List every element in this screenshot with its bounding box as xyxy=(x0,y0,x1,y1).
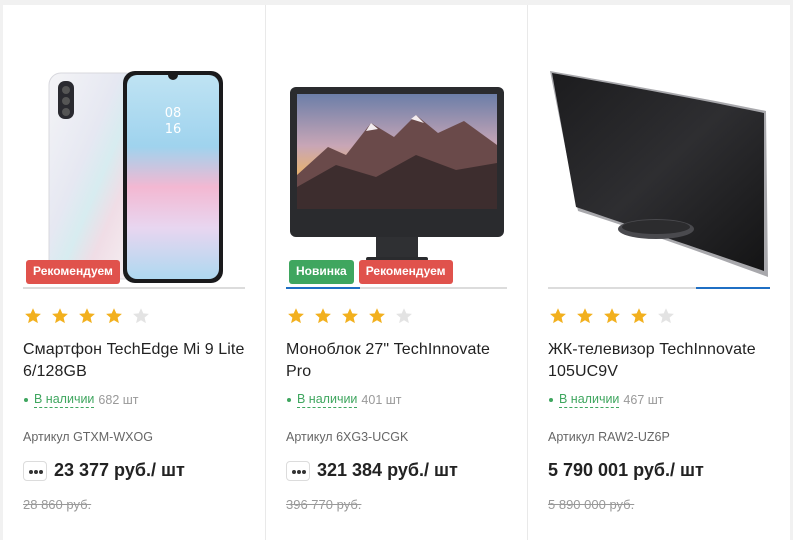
price-row: 321 384 руб./ шт xyxy=(286,460,458,481)
star-filled-icon xyxy=(369,308,385,324)
star-filled-icon xyxy=(25,308,41,324)
stock-dot-icon xyxy=(549,398,553,402)
stock-status: В наличии 401 шт xyxy=(287,392,402,408)
rating-stars xyxy=(24,307,150,325)
product-sku: Артикул GTXM-WXOG xyxy=(23,430,153,444)
stock-dot-icon xyxy=(287,398,291,402)
product-price: 5 790 001 руб./ шт xyxy=(548,460,704,480)
price-row: 23 377 руб./ шт xyxy=(23,460,185,481)
star-empty-icon xyxy=(396,308,412,324)
stock-status: В наличии 682 шт xyxy=(24,392,139,408)
stock-label[interactable]: В наличии xyxy=(297,392,358,408)
star-filled-icon xyxy=(631,308,647,324)
image-slider-track[interactable] xyxy=(286,287,507,289)
star-filled-icon xyxy=(52,308,68,324)
svg-text:16: 16 xyxy=(165,122,182,137)
product-image[interactable] xyxy=(528,5,790,285)
stock-quantity: 467 шт xyxy=(623,393,664,407)
badge-recommend: Рекомендуем xyxy=(358,260,453,284)
star-empty-icon xyxy=(658,308,674,324)
price-row: 5 790 001 руб./ шт xyxy=(548,460,704,481)
product-sku: Артикул RAW2-UZ6P xyxy=(548,430,670,444)
product-title[interactable]: Смартфон TechEdge Mi 9 Lite 6/128GB xyxy=(23,339,248,383)
image-slider-track[interactable] xyxy=(548,287,770,289)
old-price: 396 770 руб. xyxy=(286,497,362,512)
badge-list: Новинка Рекомендуем xyxy=(289,260,453,284)
badge-new: Новинка xyxy=(289,260,354,284)
star-filled-icon xyxy=(79,308,95,324)
star-filled-icon xyxy=(550,308,566,324)
star-empty-icon xyxy=(133,308,149,324)
more-options-button[interactable] xyxy=(23,460,47,481)
star-filled-icon xyxy=(577,308,593,324)
svg-text:08: 08 xyxy=(165,106,182,121)
product-price: 23 377 руб./ шт xyxy=(54,460,185,480)
product-image[interactable]: 08 16 xyxy=(3,5,265,285)
rating-stars xyxy=(287,307,413,325)
product-card[interactable]: Новинка Рекомендуем Моноблок 27" TechInn… xyxy=(266,5,527,540)
stock-quantity: 401 шт xyxy=(361,393,402,407)
star-filled-icon xyxy=(342,308,358,324)
product-title[interactable]: ЖК-телевизор TechInnovate 105UC9V xyxy=(548,339,773,383)
product-card[interactable]: ЖК-телевизор TechInnovate 105UC9V В нали… xyxy=(528,5,790,540)
rating-stars xyxy=(549,307,675,325)
stock-dot-icon xyxy=(24,398,28,402)
stock-status: В наличии 467 шт xyxy=(549,392,664,408)
old-price: 28 860 руб. xyxy=(23,497,92,512)
product-sku: Артикул 6XG3-UCGK xyxy=(286,430,409,444)
badge-list: Рекомендуем xyxy=(26,260,120,284)
product-title[interactable]: Моноблок 27" TechInnovate Pro xyxy=(286,339,511,383)
product-grid: 08 16 Рекомендуем Смартфон TechEdge Mi 9… xyxy=(3,5,790,540)
product-price: 321 384 руб./ шт xyxy=(317,460,458,480)
old-price: 5 890 000 руб. xyxy=(548,497,635,512)
stock-label[interactable]: В наличии xyxy=(559,392,620,408)
badge-recommend: Рекомендуем xyxy=(26,260,120,284)
star-filled-icon xyxy=(106,308,122,324)
more-options-button[interactable] xyxy=(286,460,310,481)
star-filled-icon xyxy=(288,308,304,324)
product-card[interactable]: 08 16 Рекомендуем Смартфон TechEdge Mi 9… xyxy=(3,5,265,540)
stock-quantity: 682 шт xyxy=(98,393,139,407)
stock-label[interactable]: В наличии xyxy=(34,392,95,408)
image-slider-track[interactable] xyxy=(23,287,245,289)
star-filled-icon xyxy=(604,308,620,324)
star-filled-icon xyxy=(315,308,331,324)
product-image[interactable] xyxy=(266,5,527,285)
